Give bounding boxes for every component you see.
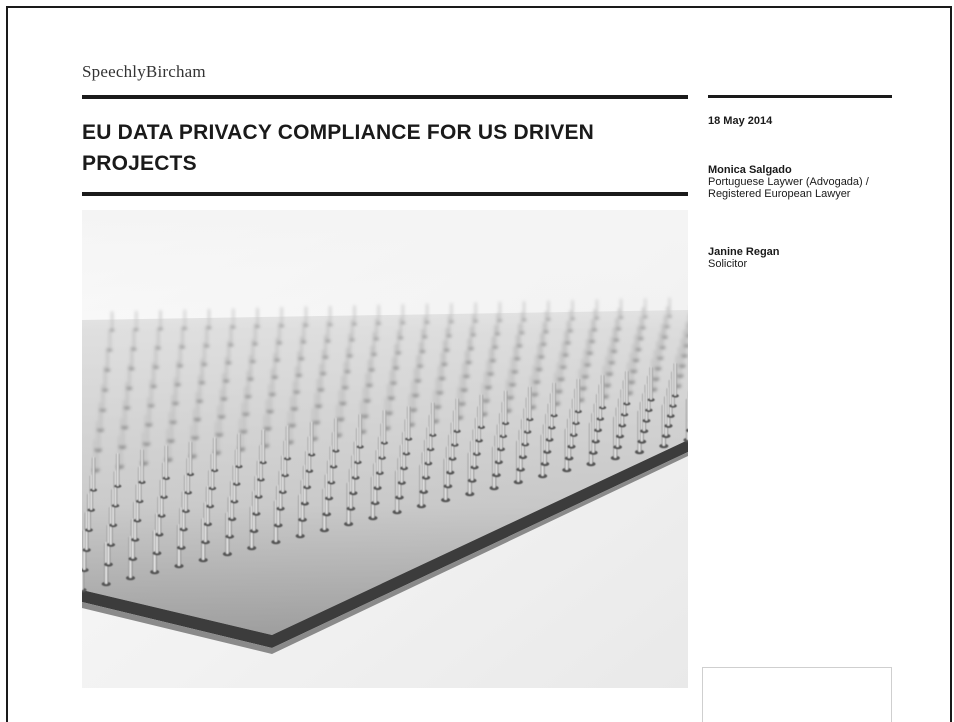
author-role: Solicitor [708,258,748,270]
sidebar-rule [708,95,892,98]
company-logo: SpeechlyBircham [82,62,206,81]
author-role: Portuguese Laywer (Advogada) / Registere… [708,176,869,200]
microprocessor-illustration [82,210,688,688]
document-date: 18 May 2014 [708,115,773,127]
author-block: Janine Regan Solicitor [708,246,892,270]
document-title: EU DATA PRIVACY COMPLIANCE FOR US DRIVEN… [82,121,595,175]
title-bottom-rule [82,192,688,196]
title-top-rule [82,95,688,99]
author-block: Monica Salgado Portuguese Laywer (Advoga… [708,164,892,200]
author-name: Janine Regan [708,246,780,258]
reference-box [702,667,892,722]
author-name: Monica Salgado [708,164,792,176]
hero-image [82,210,688,688]
